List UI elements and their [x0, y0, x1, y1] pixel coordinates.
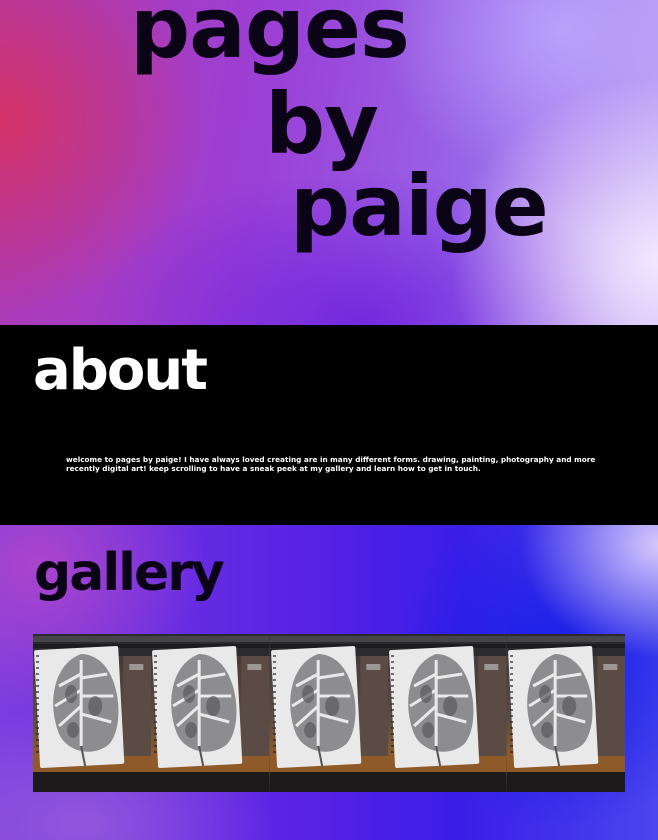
gallery-image-4[interactable]	[388, 634, 507, 792]
hero-banner: pages by paige	[0, 0, 658, 325]
monstera-leaf-sketchbook-photo-icon	[506, 634, 625, 792]
hero-title-line-1: pages	[130, 0, 410, 77]
gallery-image-5[interactable]	[506, 634, 625, 792]
about-description: welcome to pages by paige! I have always…	[66, 455, 596, 473]
hero-title-line-3: paige	[290, 157, 549, 255]
gallery-heading: gallery	[34, 543, 225, 603]
about-section: about welcome to pages by paige! I have …	[0, 325, 658, 525]
monstera-leaf-sketchbook-photo-icon	[33, 634, 152, 792]
gallery-section: gallery	[0, 525, 658, 840]
hero-title-line-2: by	[265, 75, 379, 173]
gallery-image-1[interactable]	[33, 634, 152, 792]
about-heading: about	[33, 338, 208, 403]
monstera-leaf-sketchbook-photo-icon	[269, 634, 389, 792]
gallery-image-row	[33, 634, 625, 792]
gallery-image-3[interactable]	[269, 634, 389, 792]
monstera-leaf-sketchbook-photo-icon	[151, 634, 270, 792]
gallery-image-2[interactable]	[151, 634, 270, 792]
monstera-leaf-sketchbook-photo-icon	[388, 634, 507, 792]
